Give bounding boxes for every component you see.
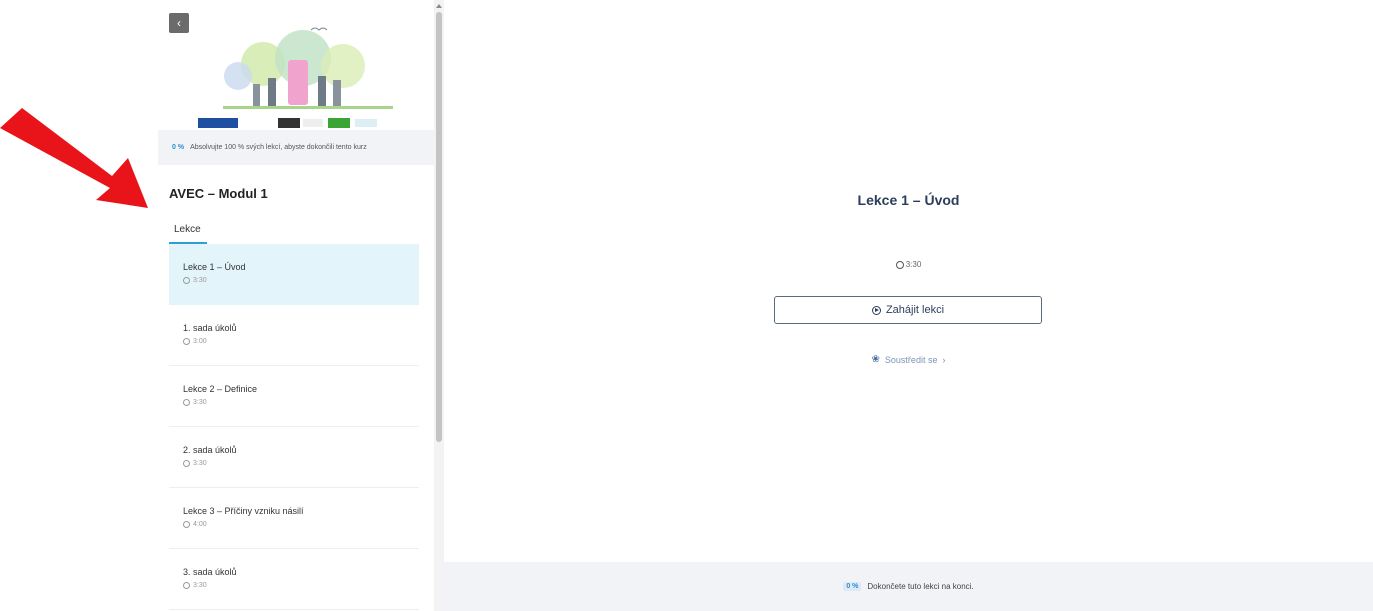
progress-percent: 0 %	[172, 144, 185, 151]
lesson-duration: 3:30	[193, 582, 207, 589]
clock-icon	[183, 399, 190, 406]
lesson-title: 1. sada úkolů	[183, 323, 237, 333]
lesson-duration: 4:00	[193, 521, 207, 528]
tab-lekce[interactable]: Lekce	[169, 222, 207, 244]
clock-icon	[183, 582, 190, 589]
play-circle-icon	[871, 305, 881, 315]
lesson-duration: 3:30	[193, 399, 207, 406]
sidebar-tabs: Lekce	[169, 222, 429, 244]
footer-text: Dokončete tuto lekci na konci.	[867, 582, 974, 591]
lotus-icon: ❀	[871, 354, 880, 365]
lesson-item[interactable]: 3. sada úkolů 3:30	[169, 549, 419, 610]
scroll-thumb[interactable]	[436, 12, 442, 442]
lesson-title: Lekce 2 – Definice	[183, 384, 258, 394]
lesson-duration: 3:30	[193, 277, 207, 284]
lesson-footer: 0 % Dokončete tuto lekci na konci.	[444, 562, 1373, 611]
footer-percent: 0 %	[843, 582, 862, 591]
clock-icon	[183, 338, 190, 345]
lesson-list: Lekce 1 – Úvod 3:30 1. sada úkolů 3:00 L…	[169, 244, 419, 610]
course-progress: 0 % Absolvujte 100 % svých lekcí, abyste…	[158, 130, 434, 165]
lesson-item[interactable]: 2. sada úkolů 3:30	[169, 427, 419, 488]
clock-icon	[183, 521, 190, 528]
course-banner-image	[198, 27, 393, 128]
duration-value: 3:30	[905, 260, 922, 269]
clock-icon	[183, 460, 190, 467]
clock-icon	[895, 260, 904, 269]
lesson-heading: Lekce 1 – Úvod	[857, 192, 960, 208]
back-button[interactable]: ‹	[169, 13, 189, 33]
start-lesson-button[interactable]: Zahájit lekci	[774, 296, 1042, 324]
course-sidebar: ‹ 0 % Absolvujte 100 % svých lekcí, abys…	[158, 0, 434, 611]
lesson-item[interactable]: Lekce 1 – Úvod 3:30	[169, 244, 419, 305]
progress-text: Absolvujte 100 % svých lekcí, abyste dok…	[190, 144, 367, 151]
red-arrow-annotation	[0, 108, 148, 208]
lesson-title: 3. sada úkolů	[183, 567, 237, 577]
lesson-duration: 3:00	[193, 338, 207, 345]
lesson-item[interactable]: Lekce 3 – Příčiny vzniku násilí 4:00	[169, 488, 419, 549]
lesson-main: Lekce 1 – Úvod 3:30 Zahájit lekci ❀ Sous…	[444, 0, 1373, 611]
start-lesson-label: Zahájit lekci	[885, 304, 945, 316]
clock-icon	[183, 277, 190, 284]
lesson-item[interactable]: Lekce 2 – Definice 3:30	[169, 366, 419, 427]
scroll-up-arrow-icon[interactable]	[436, 4, 442, 8]
module-title: AVEC – Modul 1	[169, 186, 268, 201]
chevron-left-icon: ‹	[177, 16, 181, 30]
chevron-right-icon: ›	[942, 354, 946, 365]
lesson-item[interactable]: 1. sada úkolů 3:00	[169, 305, 419, 366]
lesson-title: Lekce 1 – Úvod	[183, 262, 246, 272]
focus-link[interactable]: ❀ Soustředit se ›	[444, 354, 1373, 365]
focus-link-label: Soustředit se	[884, 354, 938, 365]
lesson-title: 2. sada úkolů	[183, 445, 237, 455]
lesson-duration-main: 3:30	[444, 260, 1373, 269]
sidebar-scrollbar[interactable]	[434, 0, 444, 611]
lesson-duration: 3:30	[193, 460, 207, 467]
lesson-title: Lekce 3 – Příčiny vzniku násilí	[183, 506, 304, 516]
